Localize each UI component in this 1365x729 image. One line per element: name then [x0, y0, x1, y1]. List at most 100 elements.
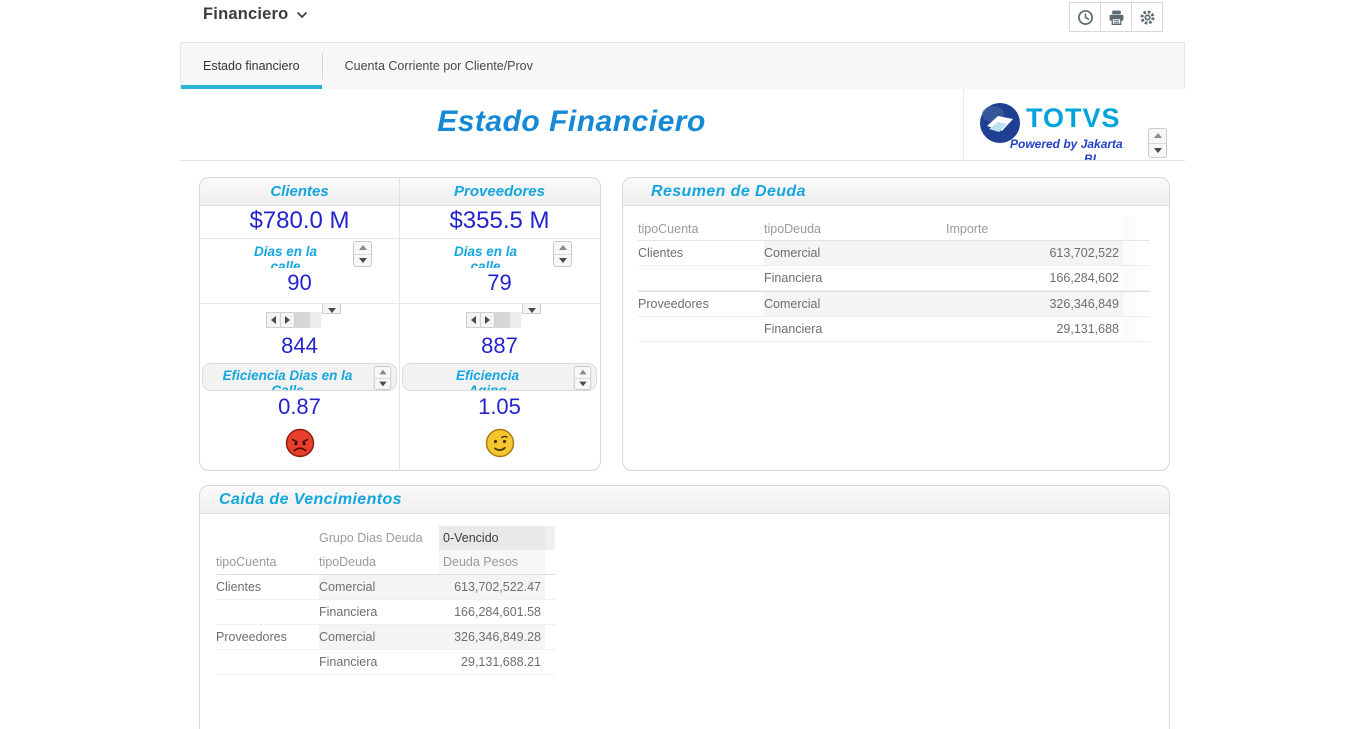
- triangle-left-icon: [271, 316, 276, 324]
- scroll-right-button[interactable]: [280, 312, 295, 328]
- kpi-amount: $780.0 M: [200, 207, 399, 235]
- table-header-row: tipoCuenta tipoDeuda Deuda Pesos: [216, 550, 555, 575]
- table-row: Clientes Comercial 613,702,522.47: [216, 575, 555, 600]
- label-line: Eficiencia Dias en la: [209, 368, 366, 383]
- mini-horizontal-scrollbar: [266, 312, 321, 328]
- triangle-down-icon: [559, 258, 567, 263]
- scroll-right-button[interactable]: [480, 312, 495, 328]
- scroll-gutter: [1123, 317, 1135, 341]
- spinner-up-button[interactable]: [354, 242, 371, 254]
- spinner-down-button[interactable]: [1149, 143, 1166, 158]
- cell-tipodeuda: Comercial: [764, 292, 946, 316]
- tab-bar: Estado financiero Cuenta Corriente por C…: [180, 42, 1185, 90]
- column-header: tipoDeuda: [764, 222, 946, 236]
- print-button[interactable]: [1100, 2, 1132, 32]
- cell-deuda-pesos: 613,702,522.47: [439, 575, 545, 599]
- divider-line: [200, 303, 600, 304]
- table-row: Financiera 29,131,688.21: [216, 650, 555, 675]
- column-header: Importe: [946, 222, 1123, 236]
- scroll-gutter: [1123, 241, 1135, 265]
- scroll-left-button[interactable]: [466, 312, 481, 328]
- spinner-down-button[interactable]: [375, 378, 391, 390]
- kpi-dias-value: 90: [200, 270, 399, 296]
- dias-spinner: [553, 241, 572, 267]
- spinner-up-button[interactable]: [575, 367, 591, 378]
- table-row: Financiera 166,284,601.58: [216, 600, 555, 625]
- brand-name: TOTVS: [1026, 103, 1121, 134]
- cell-tipodeuda: Financiera: [764, 271, 946, 285]
- tab-estado-financiero[interactable]: Estado financiero: [181, 43, 322, 89]
- gear-icon: [1139, 9, 1156, 26]
- cell-tipocuenta: Proveedores: [216, 630, 319, 644]
- spinner-up-button[interactable]: [1149, 129, 1166, 143]
- kpi-mid-value: 844: [200, 333, 399, 359]
- cell-tipodeuda: Comercial: [319, 625, 439, 649]
- cell-deuda-pesos: 166,284,601.58: [439, 605, 545, 619]
- eficiencia-band: Eficiencia Aging: [402, 363, 597, 391]
- chevron-down-icon: [296, 11, 308, 19]
- scrollbar-track[interactable]: [295, 312, 321, 328]
- smirk-face-icon: [484, 427, 516, 459]
- scrollbar-track[interactable]: [495, 312, 521, 328]
- triangle-up-icon: [559, 245, 567, 250]
- panel-header: Resumen de Deuda: [623, 178, 1169, 206]
- spinner-down-button[interactable]: [354, 254, 371, 267]
- clipped-spinner: [322, 304, 341, 314]
- caida-vencimientos-panel: Caida de Vencimientos Grupo Dias Deuda 0…: [199, 485, 1170, 729]
- schedule-button[interactable]: [1069, 2, 1101, 32]
- panel-title: Resumen de Deuda: [651, 178, 806, 205]
- label-line: Eficiencia: [409, 368, 566, 383]
- label-line: Dias en la: [416, 244, 555, 259]
- report-switcher[interactable]: Financiero: [203, 5, 308, 24]
- eficiencia-label: Eficiencia Dias en la Calle: [209, 368, 366, 391]
- triangle-down-icon: [359, 258, 367, 263]
- scroll-left-button[interactable]: [266, 312, 281, 328]
- triangle-left-icon: [471, 316, 476, 324]
- triangle-up-icon: [359, 245, 367, 250]
- spinner-up-button[interactable]: [554, 242, 571, 254]
- table-row: Proveedores Comercial 326,346,849.28: [216, 625, 555, 650]
- tab-label: Estado financiero: [203, 59, 300, 73]
- label-line: Calle: [209, 383, 366, 391]
- cell-deuda-pesos: 326,346,849.28: [439, 625, 545, 649]
- cell-tipodeuda: Financiera: [319, 605, 439, 619]
- kpi-eficiencia-value: 0.87: [200, 394, 399, 420]
- group-value-cell: 0-Vencido: [439, 526, 545, 550]
- scroll-gutter: [1123, 217, 1135, 240]
- label-line: Aging: [409, 383, 566, 391]
- scroll-gutter: [545, 526, 555, 550]
- table-row: Financiera 166,284,602: [638, 266, 1150, 291]
- panel-title: Caida de Vencimientos: [219, 486, 402, 513]
- caida-table: Grupo Dias Deuda 0-Vencido tipoCuenta ti…: [216, 526, 555, 675]
- resumen-deuda-panel: Resumen de Deuda tipoCuenta tipoDeuda Im…: [622, 177, 1170, 471]
- kpi-column-title: Proveedores: [400, 178, 599, 205]
- dias-spinner: [353, 241, 372, 267]
- cell-importe: 613,702,522: [946, 241, 1123, 265]
- cell-tipodeuda: Comercial: [319, 575, 439, 599]
- cell-tipodeuda: Financiera: [319, 655, 439, 669]
- cell-tipodeuda: Comercial: [764, 241, 946, 265]
- table-row: Proveedores Comercial 326,346,849: [638, 291, 1150, 317]
- cell-tipocuenta: Proveedores: [638, 297, 764, 311]
- cell-importe: 29,131,688: [946, 322, 1123, 336]
- mood-indicator: [200, 427, 399, 459]
- spinner-up-button[interactable]: [375, 367, 391, 378]
- column-header: Deuda Pesos: [439, 550, 545, 574]
- powered-by-text: Powered by Jakarta: [1010, 137, 1123, 151]
- scrollbar-thumb[interactable]: [495, 312, 510, 328]
- settings-button[interactable]: [1131, 2, 1163, 32]
- tab-cuenta-corriente[interactable]: Cuenta Corriente por Cliente/Prov: [323, 43, 555, 89]
- kpi-panel: Clientes $780.0 M Dias en la calle 90 84…: [199, 177, 601, 471]
- triangle-right-icon: [285, 316, 290, 324]
- kpi-dias-label: Dias en la calle: [216, 244, 355, 268]
- kpi-dias-value: 79: [400, 270, 599, 296]
- eficiencia-spinner: [374, 366, 391, 390]
- scrollbar-thumb[interactable]: [295, 312, 310, 328]
- divider-line: [200, 238, 600, 239]
- column-header: tipoDeuda: [319, 555, 439, 569]
- table-row: Financiera 29,131,688: [638, 317, 1150, 342]
- spinner-down-button[interactable]: [554, 254, 571, 267]
- spinner-down-button[interactable]: [575, 378, 591, 390]
- eficiencia-label: Eficiencia Aging: [409, 368, 566, 391]
- table-row: Clientes Comercial 613,702,522: [638, 241, 1150, 266]
